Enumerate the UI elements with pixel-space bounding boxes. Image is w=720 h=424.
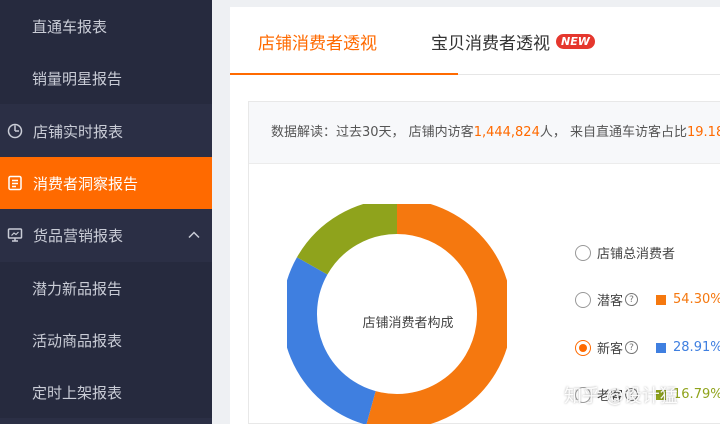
legend-item-new[interactable]: 新客 ? 28.91% [575, 338, 720, 357]
sidebar-item-potential-new-products[interactable]: 潜力新品报告 [0, 262, 212, 314]
sidebar-item-label: 销量明星报告 [32, 69, 123, 88]
sidebar-item-sales-star-report[interactable]: 销量明星报告 [0, 52, 212, 104]
tab-bar: 店铺消费者透视 宝贝消费者透视 NEW [230, 7, 720, 75]
legend-value: 16.79% [673, 387, 720, 402]
legend-label: 新客 [597, 342, 624, 357]
summary-mid: 人， 来自直通车访客占比 [539, 125, 687, 140]
main-content: 店铺消费者透视 宝贝消费者透视 NEW 数据解读：过去30天， 店铺内访客1,4… [230, 7, 720, 424]
tab-store-consumer[interactable]: 店铺消费者透视 [258, 7, 377, 75]
radio-button-selected[interactable] [575, 339, 591, 356]
legend-label: 潜客 [597, 294, 624, 309]
chevron-up-icon[interactable] [186, 227, 202, 243]
sidebar-item-activity-products[interactable]: 活动商品报表 [0, 314, 212, 366]
help-icon[interactable]: ? [625, 341, 639, 354]
document-icon [7, 175, 23, 191]
legend-value: 54.30% [673, 292, 720, 307]
sidebar-item-store-realtime[interactable]: 店铺实时报表 [0, 105, 212, 157]
legend-swatch [656, 294, 667, 305]
sidebar-item-scheduled-listing[interactable]: 定时上架报表 [0, 366, 212, 418]
monitor-icon [7, 227, 23, 243]
tab-label: 宝贝消费者透视 [431, 33, 550, 54]
donut-slice-3 [296, 204, 398, 276]
sidebar-item-goods-marketing[interactable]: 货品营销报表 [0, 209, 212, 261]
active-tab-indicator [230, 73, 458, 75]
sidebar-item-label: 店铺实时报表 [33, 122, 124, 141]
watermark: 知乎 @设计猛 [564, 386, 678, 407]
help-icon[interactable]: ? [625, 293, 639, 306]
traffic-ratio: 19.18% [687, 125, 720, 140]
sidebar: 直通车报表 销量明星报告 店铺实时报表 消费者洞察报告 货品营销报表 潜力新品报… [0, 0, 212, 424]
sidebar-item-label: 定时上架报表 [32, 383, 123, 402]
sidebar-item-consumer-insight[interactable]: 消费者洞察报告 [0, 157, 212, 209]
sidebar-item-direct-train-report[interactable]: 直通车报表 [0, 0, 212, 52]
legend-value: 28.91% [673, 340, 720, 355]
sidebar-item-label: 活动商品报表 [32, 331, 123, 350]
clock-chart-icon [7, 123, 23, 139]
insight-panel: 数据解读：过去30天， 店铺内访客1,444,824人， 来自直通车访客占比19… [248, 101, 720, 424]
tab-item-consumer[interactable]: 宝贝消费者透视 NEW [431, 7, 595, 75]
sidebar-item-label: 潜力新品报告 [32, 279, 123, 298]
legend-item-total[interactable]: 店铺总消费者 [575, 243, 675, 262]
tab-label: 店铺消费者透视 [258, 33, 377, 54]
visitor-count: 1,444,824 [473, 125, 540, 140]
sidebar-item-label: 货品营销报表 [33, 226, 124, 245]
legend-label: 店铺总消费者 [597, 247, 676, 262]
radio-button[interactable] [575, 291, 591, 308]
legend-item-potential[interactable]: 潜客 ? 54.30% [575, 290, 720, 309]
legend-swatch [656, 342, 667, 353]
sidebar-item-label: 消费者洞察报告 [33, 174, 139, 193]
radio-button[interactable] [575, 244, 591, 261]
data-summary: 数据解读：过去30天， 店铺内访客1,444,824人， 来自直通车访客占比19… [249, 102, 720, 164]
new-badge: NEW [556, 33, 595, 49]
summary-prefix: 数据解读：过去30天， 店铺内访客 [271, 125, 474, 140]
donut-center-label: 店铺消费者构成 [362, 316, 454, 331]
donut-slice-2 [287, 257, 377, 424]
sidebar-item-label: 直通车报表 [32, 17, 108, 36]
